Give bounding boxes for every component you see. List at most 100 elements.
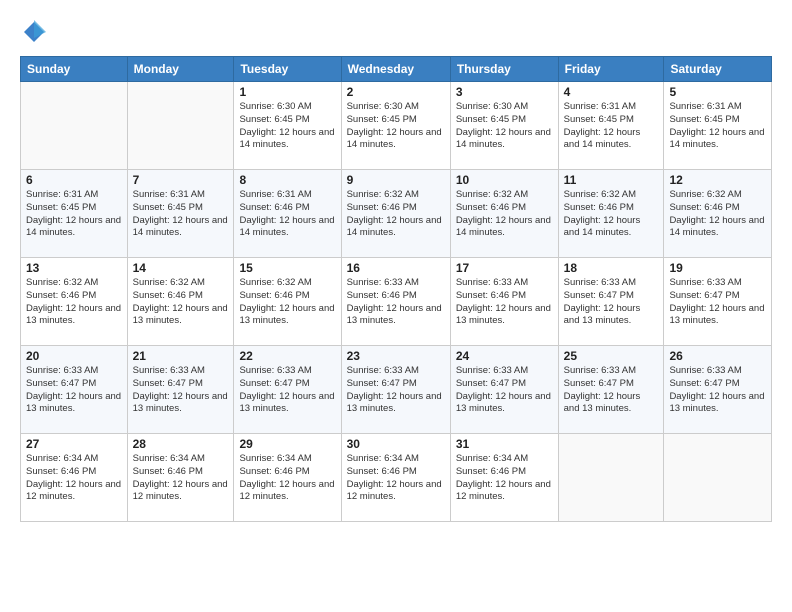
calendar-cell: 22 Sunrise: 6:33 AM Sunset: 6:47 PM Dayli… — [234, 346, 341, 434]
calendar-cell: 31Sunrise: 6:34 AM Sunset: 6:46 PM Dayli… — [450, 434, 558, 522]
calendar-header-wednesday: Wednesday — [341, 57, 450, 82]
calendar-cell: 12 Sunrise: 6:32 AM Sunset: 6:46 PM Dayli… — [664, 170, 772, 258]
calendar-cell: 25 Sunrise: 6:33 AM Sunset: 6:47 PM Dayli… — [558, 346, 664, 434]
day-number: 6 — [26, 173, 122, 187]
day-info: Sunrise: 6:32 AM Sunset: 6:46 PM Dayligh… — [456, 189, 553, 240]
day-info: Sunrise: 6:32 AM Sunset: 6:46 PM Dayligh… — [239, 277, 335, 328]
day-number: 5 — [669, 85, 766, 99]
day-number: 26 — [669, 349, 766, 363]
header — [20, 18, 772, 46]
day-info: Sunrise: 6:33 AM Sunset: 6:47 PM Dayligh… — [564, 365, 659, 416]
calendar-cell: 26 Sunrise: 6:33 AM Sunset: 6:47 PM Dayli… — [664, 346, 772, 434]
day-number: 17 — [456, 261, 553, 275]
day-number: 25 — [564, 349, 659, 363]
day-info: Sunrise: 6:33 AM Sunset: 6:47 PM Dayligh… — [456, 365, 553, 416]
day-info: Sunrise: 6:33 AM Sunset: 6:47 PM Dayligh… — [26, 365, 122, 416]
day-number: 28 — [133, 437, 229, 451]
calendar-cell: 8Sunrise: 6:31 AM Sunset: 6:46 PM Daylig… — [234, 170, 341, 258]
day-info: Sunrise: 6:33 AM Sunset: 6:47 PM Dayligh… — [669, 277, 766, 328]
calendar-cell: 18 Sunrise: 6:33 AM Sunset: 6:47 PM Dayli… — [558, 258, 664, 346]
calendar-header-row: SundayMondayTuesdayWednesdayThursdayFrid… — [21, 57, 772, 82]
calendar-cell: 21 Sunrise: 6:33 AM Sunset: 6:47 PM Dayli… — [127, 346, 234, 434]
day-number: 2 — [347, 85, 445, 99]
calendar-cell — [664, 434, 772, 522]
calendar-cell: 3 Sunrise: 6:30 AM Sunset: 6:45 PM Daylig… — [450, 82, 558, 170]
day-info: Sunrise: 6:33 AM Sunset: 6:46 PM Dayligh… — [347, 277, 445, 328]
logo — [20, 18, 52, 46]
day-number: 22 — [239, 349, 335, 363]
calendar-cell: 30 Sunrise: 6:34 AM Sunset: 6:46 PM Dayli… — [341, 434, 450, 522]
calendar-cell: 16 Sunrise: 6:33 AM Sunset: 6:46 PM Dayli… — [341, 258, 450, 346]
day-info: Sunrise: 6:31 AM Sunset: 6:45 PM Dayligh… — [133, 189, 229, 240]
day-number: 7 — [133, 173, 229, 187]
calendar-cell: 14Sunrise: 6:32 AM Sunset: 6:46 PM Dayli… — [127, 258, 234, 346]
day-number: 10 — [456, 173, 553, 187]
day-info: Sunrise: 6:34 AM Sunset: 6:46 PM Dayligh… — [456, 453, 553, 504]
calendar-cell: 17Sunrise: 6:33 AM Sunset: 6:46 PM Dayli… — [450, 258, 558, 346]
day-info: Sunrise: 6:33 AM Sunset: 6:47 PM Dayligh… — [239, 365, 335, 416]
calendar-cell: 19 Sunrise: 6:33 AM Sunset: 6:47 PM Dayli… — [664, 258, 772, 346]
calendar-cell — [21, 82, 128, 170]
calendar-cell: 27 Sunrise: 6:34 AM Sunset: 6:46 PM Dayli… — [21, 434, 128, 522]
day-info: Sunrise: 6:34 AM Sunset: 6:46 PM Dayligh… — [239, 453, 335, 504]
logo-icon — [20, 18, 48, 46]
day-number: 4 — [564, 85, 659, 99]
day-info: Sunrise: 6:30 AM Sunset: 6:45 PM Dayligh… — [456, 101, 553, 152]
calendar-cell: 13 Sunrise: 6:32 AM Sunset: 6:46 PM Dayli… — [21, 258, 128, 346]
calendar-cell: 9 Sunrise: 6:32 AM Sunset: 6:46 PM Daylig… — [341, 170, 450, 258]
calendar-header-tuesday: Tuesday — [234, 57, 341, 82]
calendar-cell: 23Sunrise: 6:33 AM Sunset: 6:47 PM Dayli… — [341, 346, 450, 434]
day-number: 24 — [456, 349, 553, 363]
calendar-cell: 5 Sunrise: 6:31 AM Sunset: 6:45 PM Daylig… — [664, 82, 772, 170]
calendar-week-4: 20 Sunrise: 6:33 AM Sunset: 6:47 PM Dayli… — [21, 346, 772, 434]
day-info: Sunrise: 6:32 AM Sunset: 6:46 PM Dayligh… — [669, 189, 766, 240]
calendar-week-2: 6 Sunrise: 6:31 AM Sunset: 6:45 PM Daylig… — [21, 170, 772, 258]
calendar-cell: 15Sunrise: 6:32 AM Sunset: 6:46 PM Dayli… — [234, 258, 341, 346]
day-number: 8 — [239, 173, 335, 187]
day-number: 27 — [26, 437, 122, 451]
calendar-table: SundayMondayTuesdayWednesdayThursdayFrid… — [20, 56, 772, 522]
calendar-header-thursday: Thursday — [450, 57, 558, 82]
day-number: 19 — [669, 261, 766, 275]
page: SundayMondayTuesdayWednesdayThursdayFrid… — [0, 0, 792, 612]
day-number: 16 — [347, 261, 445, 275]
calendar-header-monday: Monday — [127, 57, 234, 82]
calendar-cell: 7 Sunrise: 6:31 AM Sunset: 6:45 PM Daylig… — [127, 170, 234, 258]
day-number: 29 — [239, 437, 335, 451]
day-number: 20 — [26, 349, 122, 363]
day-info: Sunrise: 6:32 AM Sunset: 6:46 PM Dayligh… — [133, 277, 229, 328]
day-info: Sunrise: 6:33 AM Sunset: 6:47 PM Dayligh… — [669, 365, 766, 416]
day-info: Sunrise: 6:32 AM Sunset: 6:46 PM Dayligh… — [564, 189, 659, 240]
day-info: Sunrise: 6:30 AM Sunset: 6:45 PM Dayligh… — [239, 101, 335, 152]
calendar-cell: 20 Sunrise: 6:33 AM Sunset: 6:47 PM Dayli… — [21, 346, 128, 434]
calendar-week-5: 27 Sunrise: 6:34 AM Sunset: 6:46 PM Dayli… — [21, 434, 772, 522]
day-info: Sunrise: 6:33 AM Sunset: 6:47 PM Dayligh… — [564, 277, 659, 328]
calendar-header-friday: Friday — [558, 57, 664, 82]
day-number: 21 — [133, 349, 229, 363]
day-number: 1 — [239, 85, 335, 99]
day-number: 13 — [26, 261, 122, 275]
day-info: Sunrise: 6:31 AM Sunset: 6:45 PM Dayligh… — [669, 101, 766, 152]
calendar-header-sunday: Sunday — [21, 57, 128, 82]
calendar-cell: 28 Sunrise: 6:34 AM Sunset: 6:46 PM Dayli… — [127, 434, 234, 522]
day-number: 9 — [347, 173, 445, 187]
day-info: Sunrise: 6:34 AM Sunset: 6:46 PM Dayligh… — [26, 453, 122, 504]
day-number: 30 — [347, 437, 445, 451]
day-number: 3 — [456, 85, 553, 99]
day-info: Sunrise: 6:34 AM Sunset: 6:46 PM Dayligh… — [133, 453, 229, 504]
day-number: 18 — [564, 261, 659, 275]
calendar-cell: 1 Sunrise: 6:30 AM Sunset: 6:45 PM Daylig… — [234, 82, 341, 170]
calendar-cell: 11Sunrise: 6:32 AM Sunset: 6:46 PM Dayli… — [558, 170, 664, 258]
calendar-cell: 4Sunrise: 6:31 AM Sunset: 6:45 PM Daylig… — [558, 82, 664, 170]
day-info: Sunrise: 6:32 AM Sunset: 6:46 PM Dayligh… — [347, 189, 445, 240]
day-info: Sunrise: 6:32 AM Sunset: 6:46 PM Dayligh… — [26, 277, 122, 328]
day-info: Sunrise: 6:33 AM Sunset: 6:47 PM Dayligh… — [347, 365, 445, 416]
day-info: Sunrise: 6:30 AM Sunset: 6:45 PM Dayligh… — [347, 101, 445, 152]
calendar-cell — [127, 82, 234, 170]
day-number: 12 — [669, 173, 766, 187]
calendar-cell: 6 Sunrise: 6:31 AM Sunset: 6:45 PM Daylig… — [21, 170, 128, 258]
day-info: Sunrise: 6:31 AM Sunset: 6:45 PM Dayligh… — [26, 189, 122, 240]
day-info: Sunrise: 6:33 AM Sunset: 6:47 PM Dayligh… — [133, 365, 229, 416]
calendar-cell: 24 Sunrise: 6:33 AM Sunset: 6:47 PM Dayli… — [450, 346, 558, 434]
day-info: Sunrise: 6:34 AM Sunset: 6:46 PM Dayligh… — [347, 453, 445, 504]
